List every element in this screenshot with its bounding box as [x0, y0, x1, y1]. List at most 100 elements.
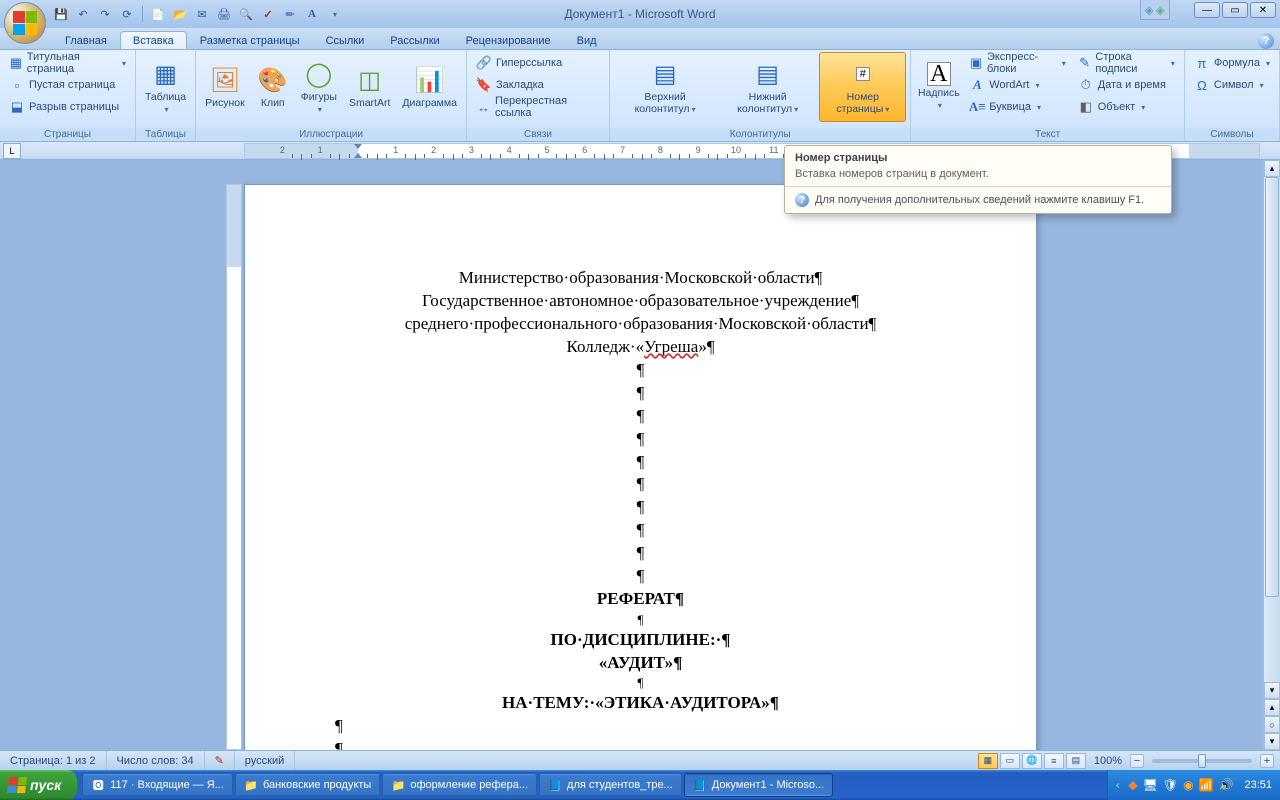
- tray-volume-icon[interactable]: 🔊: [1219, 778, 1234, 792]
- open-icon[interactable]: 📂: [171, 5, 189, 23]
- smartart-button[interactable]: ◫SmartArt: [344, 52, 395, 122]
- zoom-slider[interactable]: [1152, 759, 1252, 763]
- datetime-button[interactable]: ⏱Дата и время: [1073, 74, 1180, 96]
- group-label-pages: Страницы: [0, 128, 135, 141]
- object-button[interactable]: ◧Объект▾: [1073, 96, 1180, 118]
- save-icon[interactable]: 💾: [52, 5, 70, 23]
- view-draft[interactable]: ▤: [1066, 753, 1086, 769]
- blank-page-button[interactable]: ▫Пустая страница: [4, 74, 131, 96]
- group-label-tables: Таблицы: [136, 128, 195, 141]
- browse-object-icon[interactable]: ○: [1264, 716, 1280, 733]
- dropcap-button[interactable]: A≡Буквица▾: [964, 96, 1070, 118]
- new-icon[interactable]: 📄: [149, 5, 167, 23]
- zoom-out-button[interactable]: −: [1130, 754, 1144, 768]
- signature-line-button[interactable]: ✎Строка подписи▾: [1073, 52, 1180, 74]
- view-full-screen[interactable]: ▭: [1000, 753, 1020, 769]
- doc-referat: РЕФЕРАТ¶: [335, 588, 946, 611]
- status-proofing[interactable]: ✎: [205, 751, 235, 770]
- group-label-symbols: Символы: [1185, 128, 1279, 141]
- table-button[interactable]: ▦ Таблица▾: [140, 52, 191, 122]
- taskbar-item[interactable]: 📘для студентов_тре...: [539, 773, 682, 797]
- scroll-down-icon[interactable]: ▾: [1264, 682, 1280, 699]
- ribbon-tabs: Главная Вставка Разметка страницы Ссылки…: [0, 28, 1280, 50]
- start-button[interactable]: пуск: [0, 770, 77, 800]
- next-page-icon[interactable]: ▾: [1264, 733, 1280, 750]
- page[interactable]: Министерство·образования·Московской·обла…: [244, 184, 1037, 750]
- undo-icon[interactable]: ↶: [74, 5, 92, 23]
- view-outline[interactable]: ≡: [1044, 753, 1064, 769]
- tab-view[interactable]: Вид: [564, 31, 610, 49]
- page-number-button[interactable]: #Номер страницы▾: [819, 52, 906, 122]
- doc-line-1: Министерство·образования·Московской·обла…: [335, 267, 946, 290]
- datetime-icon: ⏱: [1078, 77, 1094, 93]
- scroll-up-icon[interactable]: ▴: [1264, 160, 1280, 177]
- footer-button[interactable]: ▤Нижний колонтитул▾: [718, 52, 817, 122]
- redo-icon[interactable]: ↷: [96, 5, 114, 23]
- tab-mailings[interactable]: Рассылки: [377, 31, 452, 49]
- tray-expand-icon[interactable]: ‹: [1116, 780, 1119, 791]
- vertical-ruler[interactable]: [226, 184, 242, 750]
- tab-home[interactable]: Главная: [52, 31, 120, 49]
- tab-references[interactable]: Ссылки: [313, 31, 378, 49]
- spelling-check-icon[interactable]: ✓: [259, 5, 277, 23]
- close-button[interactable]: ✕: [1250, 2, 1276, 18]
- tab-insert[interactable]: Вставка: [120, 31, 187, 49]
- repeat-icon[interactable]: ⟳: [118, 5, 136, 23]
- font-button-icon[interactable]: A: [303, 5, 321, 23]
- office-button[interactable]: [4, 2, 46, 44]
- mail-icon[interactable]: ✉: [193, 5, 211, 23]
- quickparts-button[interactable]: ▣Экспресс-блоки▾: [964, 52, 1070, 74]
- vertical-scrollbar[interactable]: ▴ ▾ ▴ ○ ▾: [1263, 160, 1280, 750]
- tray-icon[interactable]: ◆: [1128, 778, 1137, 792]
- page-break-button[interactable]: ⬓Разрыв страницы: [4, 96, 131, 118]
- quick-access-toolbar: 💾 ↶ ↷ ⟳ 📄 📂 ✉ 🖨 🔍 ✓ ✏ A ▾: [52, 0, 343, 28]
- tray-icon[interactable]: 🛡: [1163, 778, 1178, 792]
- qat-customize-icon[interactable]: ▾: [325, 5, 343, 23]
- clipart-button[interactable]: 🎨Клип: [252, 52, 294, 122]
- cover-page-button[interactable]: ▦Титульная страница▾: [4, 52, 131, 74]
- hyperlink-button[interactable]: 🔗Гиперссылка: [471, 52, 605, 74]
- header-button[interactable]: ▤Верхний колонтитул▾: [614, 52, 716, 122]
- zoom-slider-thumb[interactable]: [1198, 754, 1206, 768]
- tray-icon[interactable]: 🖥: [1143, 778, 1158, 792]
- tray-icon[interactable]: ◉: [1183, 778, 1193, 792]
- tab-review[interactable]: Рецензирование: [453, 31, 564, 49]
- taskbar-item[interactable]: 📁оформление рефера...: [382, 773, 537, 797]
- tray-icon[interactable]: 📶: [1199, 778, 1214, 792]
- bookmark-button[interactable]: 🔖Закладка: [471, 74, 605, 96]
- scroll-thumb[interactable]: [1265, 177, 1279, 597]
- taskbar-item[interactable]: 📁банковские продукты: [235, 773, 380, 797]
- tab-page-layout[interactable]: Разметка страницы: [187, 31, 313, 49]
- status-language[interactable]: русский: [235, 751, 295, 770]
- symbol-button[interactable]: ΩСимвол▾: [1189, 74, 1275, 96]
- chart-button[interactable]: 📊Диаграмма: [397, 52, 462, 122]
- tab-selector[interactable]: L: [3, 143, 21, 159]
- picture-button[interactable]: 🖼Рисунок: [200, 52, 250, 122]
- quick-print-icon[interactable]: 🖨: [215, 5, 233, 23]
- restore-button[interactable]: ▭: [1222, 2, 1248, 18]
- prev-page-icon[interactable]: ▴: [1264, 699, 1280, 716]
- help-icon[interactable]: ?: [1258, 33, 1274, 49]
- helper-icon-1[interactable]: ◈: [1145, 3, 1154, 17]
- equation-button[interactable]: πФормула▾: [1189, 52, 1275, 74]
- draw-table-icon[interactable]: ✏: [281, 5, 299, 23]
- view-print-layout[interactable]: ▦: [978, 753, 998, 769]
- status-page[interactable]: Страница: 1 из 2: [0, 751, 107, 770]
- tooltip-title: Номер страницы: [785, 146, 1171, 166]
- print-preview-icon[interactable]: 🔍: [237, 5, 255, 23]
- empty-para: ¶: [335, 359, 946, 382]
- taskbar-item[interactable]: 🅾117 · Входящие — Я...: [82, 773, 233, 797]
- taskbar-item[interactable]: 📘Документ1 - Microso...: [684, 773, 833, 797]
- status-words[interactable]: Число слов: 34: [107, 751, 205, 770]
- wordart-button[interactable]: AWordArt▾: [964, 74, 1070, 96]
- tray-clock[interactable]: 23:51: [1244, 779, 1272, 791]
- view-web-layout[interactable]: 🌐: [1022, 753, 1042, 769]
- page-number-icon: #: [847, 58, 879, 90]
- shapes-button[interactable]: ◯Фигуры▾: [296, 52, 342, 122]
- textbox-button[interactable]: AНадпись▾: [915, 52, 962, 122]
- minimize-button[interactable]: —: [1194, 2, 1220, 18]
- zoom-value[interactable]: 100%: [1094, 755, 1122, 767]
- helper-icon-2[interactable]: ◈: [1156, 3, 1165, 17]
- zoom-in-button[interactable]: +: [1260, 754, 1274, 768]
- crossref-button[interactable]: ↔Перекрестная ссылка: [471, 96, 605, 118]
